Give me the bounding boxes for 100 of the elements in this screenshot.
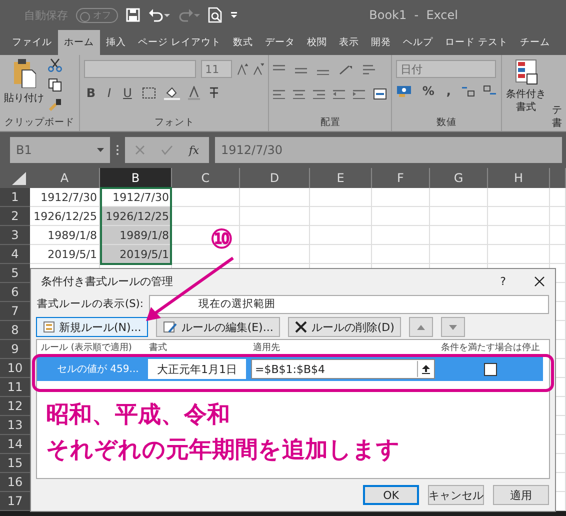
table-cell [430, 188, 488, 207]
row-header[interactable]: 11 [0, 378, 30, 397]
move-up-button[interactable] [409, 317, 434, 337]
column-header[interactable] [550, 168, 566, 188]
number-style-button[interactable]: , [444, 84, 453, 98]
row-header[interactable]: 17 [0, 492, 30, 511]
scissors-icon [48, 58, 62, 72]
rule-scope-dropdown[interactable]: 現在の選択範囲 [149, 294, 549, 314]
table-cell: 1989/1/8 [100, 226, 172, 245]
align-right-icon [313, 89, 326, 99]
column-header[interactable]: H [488, 168, 550, 188]
rule-row[interactable]: セルの値が 459... 大正元年1月1日 =$B$1:$B$4 [37, 357, 543, 381]
number-style-button[interactable]: % [420, 84, 436, 98]
align-middle-icon [295, 65, 308, 75]
format-button[interactable]: I [106, 86, 114, 100]
merge-cells-icon [373, 88, 388, 100]
ribbon-tab[interactable]: データ [259, 30, 302, 55]
dialog-title: 条件付き書式ルールの管理 [41, 274, 173, 288]
toolbar-button[interactable]: 新規ルール(N)... [36, 317, 148, 337]
row-header[interactable]: 2 [0, 207, 30, 226]
toolbar-button[interactable]: ルールの削除(D) [288, 317, 402, 337]
toolbar-button[interactable]: ルールの編集(E)... [156, 317, 280, 337]
borders-icon [142, 87, 156, 99]
table-cell [310, 245, 372, 264]
step-number: ⑩ [210, 224, 233, 255]
outdent-icon [333, 89, 346, 99]
table-cell [372, 245, 430, 264]
row-header[interactable]: 12 [0, 397, 30, 416]
conditional-format-button[interactable]: 条件付き 書式 [506, 88, 546, 114]
column-header[interactable]: A [30, 168, 100, 188]
collapse-icon [422, 364, 430, 374]
table-cell [430, 226, 488, 245]
paste-button[interactable]: 貼り付け [4, 92, 44, 105]
ribbon-tab[interactable]: ページ レイアウト [132, 30, 228, 55]
table-cell: 1912/7/30 [30, 188, 100, 207]
table-cell: 1926/12/25 [100, 207, 172, 226]
align-center-icon [293, 89, 306, 99]
column-header[interactable]: D [240, 168, 310, 188]
table-cell [240, 188, 310, 207]
ribbon-tab[interactable]: ロード テスト [439, 30, 514, 55]
ribbon-tab[interactable]: ヘルプ [397, 30, 440, 55]
applies-to-field[interactable]: =$B$1:$B$4 [251, 359, 435, 379]
dialog-button[interactable]: 適用 [493, 485, 549, 505]
table-cell [550, 188, 566, 207]
align-left-icon [273, 89, 286, 99]
column-header[interactable]: G [430, 168, 488, 188]
wrap-text-icon [363, 64, 376, 76]
font-color-icon [188, 86, 200, 100]
group-label: フォント [153, 116, 196, 130]
row-header[interactable]: 16 [0, 473, 30, 492]
print-preview-icon [208, 7, 222, 23]
table-cell [430, 245, 488, 264]
row-header[interactable]: 8 [0, 321, 30, 340]
ribbon-tab[interactable]: 開発 [365, 30, 398, 55]
row-header[interactable]: 7 [0, 302, 30, 321]
help-button[interactable]: ? [500, 274, 506, 288]
row-header[interactable]: 6 [0, 283, 30, 302]
phonetic-icon [208, 86, 220, 100]
row-header[interactable]: 9 [0, 340, 30, 359]
ribbon-tab[interactable]: 表示 [333, 30, 366, 55]
dialog-button[interactable]: キャンセル [428, 485, 484, 505]
column-header[interactable]: E [310, 168, 372, 188]
ribbon-tab[interactable]: 挿入 [100, 30, 132, 55]
row-header[interactable]: 3 [0, 226, 30, 245]
row-header[interactable]: 5 [0, 264, 30, 283]
row-header[interactable]: 4 [0, 245, 30, 264]
currency-icon [396, 85, 412, 97]
customize-icon [230, 11, 238, 19]
format-button[interactable]: B [84, 86, 98, 100]
dialog-button[interactable]: OK [363, 485, 419, 505]
conditional-format-icon [514, 58, 538, 86]
ribbon-tab[interactable]: ホーム [58, 30, 100, 55]
row-header[interactable]: 1 [0, 188, 30, 207]
checkbox[interactable] [484, 362, 496, 376]
group-label: クリップボード [4, 116, 76, 130]
field-label: 書式ルールの表示(S): [37, 297, 144, 311]
paste-icon [12, 58, 36, 88]
rule-text: セルの値が 459... [56, 363, 140, 376]
ribbon-button-label[interactable]: テ 書 [552, 104, 562, 130]
table-cell [488, 207, 550, 226]
font-field[interactable] [84, 60, 196, 78]
row-header[interactable]: 13 [0, 416, 30, 435]
table-cell [240, 226, 310, 245]
column-header[interactable]: F [372, 168, 430, 188]
column-header[interactable]: B [100, 168, 172, 188]
ribbon-tab[interactable]: 数式 [227, 30, 260, 55]
row-header[interactable]: 10 [0, 359, 30, 378]
table-cell [372, 188, 430, 207]
ribbon-tab[interactable]: ファイル [6, 30, 58, 55]
row-header[interactable]: 15 [0, 454, 30, 473]
copy-icon [48, 78, 62, 92]
move-down-button[interactable] [441, 317, 466, 337]
ribbon-tab[interactable]: チーム [514, 30, 556, 55]
function-button[interactable]: fx [188, 144, 200, 156]
row-header[interactable]: 14 [0, 435, 30, 454]
format-preview: 大正元年1月1日 [148, 359, 246, 379]
column-header[interactable]: C [172, 168, 240, 188]
format-button[interactable]: U [121, 86, 134, 100]
more-icon [116, 144, 119, 156]
ribbon-tab[interactable]: 校閲 [301, 30, 334, 55]
